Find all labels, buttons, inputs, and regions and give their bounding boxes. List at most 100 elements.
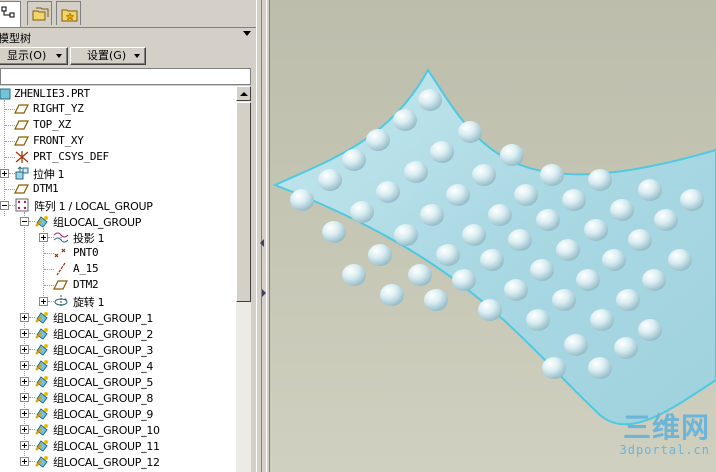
panel-title: 模型树: [0, 32, 31, 45]
datum-plane-icon: [14, 104, 29, 114]
bump: [526, 309, 550, 331]
tree-row[interactable]: 组LOCAL_GROUP_1: [0, 309, 236, 325]
chevron-down-icon[interactable]: [243, 31, 251, 36]
tree-row[interactable]: RIGHT_YZ: [0, 101, 236, 117]
bump: [610, 199, 634, 221]
group-icon: [35, 360, 48, 372]
tree-row[interactable]: 组LOCAL_GROUP_3: [0, 341, 236, 357]
group-icon: [35, 376, 48, 388]
expand-right-icon[interactable]: [262, 289, 266, 297]
tree-row[interactable]: 组LOCAL_GROUP_5: [0, 373, 236, 389]
tree-row[interactable]: PNT0: [0, 245, 236, 261]
tree-row[interactable]: 拉伸 1: [0, 165, 236, 181]
tree-item-label: 组LOCAL_GROUP: [53, 216, 142, 229]
tree-row[interactable]: 组LOCAL_GROUP: [0, 213, 236, 229]
tree-row[interactable]: 旋转 1: [0, 293, 236, 309]
datum-plane-icon: [14, 136, 29, 146]
expand-toggle-icon[interactable]: [20, 329, 29, 338]
bump: [576, 269, 600, 291]
watermark-text: 三维网: [622, 411, 710, 444]
collapse-toggle-icon[interactable]: [20, 217, 29, 226]
expand-toggle-icon[interactable]: [39, 297, 48, 306]
tree-row[interactable]: DTM1: [0, 181, 236, 197]
tree-row[interactable]: 组LOCAL_GROUP_9: [0, 405, 236, 421]
bump: [638, 179, 662, 201]
tree-item-label: 阵列 1 / LOCAL_GROUP: [34, 200, 153, 213]
group-icon: [35, 456, 48, 468]
group-icon: [35, 392, 48, 404]
expand-toggle-icon[interactable]: [20, 457, 29, 466]
bump: [424, 289, 448, 311]
tree-row[interactable]: 组LOCAL_GROUP_2: [0, 325, 236, 341]
model-tree-panel: 模型树 显示(O) 设置(G) ZHENLIE3.PRT RIGHT_YZ TO…: [0, 0, 256, 472]
pattern-icon: [15, 198, 29, 212]
tree-item-label: 组LOCAL_GROUP_9: [53, 408, 154, 421]
tree-row[interactable]: 组LOCAL_GROUP_8: [0, 389, 236, 405]
tree-row[interactable]: 组LOCAL_GROUP_11: [0, 437, 236, 453]
expand-toggle-icon[interactable]: [20, 409, 29, 418]
bump: [452, 269, 476, 291]
bump: [514, 184, 538, 206]
collapse-left-icon[interactable]: [260, 239, 264, 247]
expand-toggle-icon[interactable]: [20, 313, 29, 322]
bump: [446, 184, 470, 206]
bump: [488, 204, 512, 226]
tree-row[interactable]: TOP_XZ: [0, 117, 236, 133]
tree-row[interactable]: FRONT_XY: [0, 133, 236, 149]
graphics-viewport[interactable]: 三维网 3dportal.cn: [270, 0, 716, 472]
expand-toggle-icon[interactable]: [20, 345, 29, 354]
expand-toggle-icon[interactable]: [20, 441, 29, 450]
show-button[interactable]: 显示(O): [0, 47, 68, 65]
tab-folder-browser[interactable]: [27, 1, 52, 25]
tree-row[interactable]: PRT_CSYS_DEF: [0, 149, 236, 165]
tree-row-root[interactable]: ZHENLIE3.PRT: [0, 86, 236, 102]
tree-row[interactable]: 投影 1: [0, 229, 236, 245]
tab-favorites[interactable]: [56, 1, 81, 25]
tree-item-label: 组LOCAL_GROUP_5: [53, 376, 154, 389]
bump: [564, 334, 588, 356]
tree-item-label: DTM2: [73, 278, 99, 291]
tree-row[interactable]: DTM2: [0, 277, 236, 293]
expand-toggle-icon[interactable]: [39, 233, 48, 242]
bump: [350, 201, 374, 223]
group-icon: [35, 328, 48, 340]
tree-row[interactable]: A_15: [0, 261, 236, 277]
expand-toggle-icon[interactable]: [20, 425, 29, 434]
bump: [504, 279, 528, 301]
bump: [394, 224, 418, 246]
expand-toggle-icon[interactable]: [20, 361, 29, 370]
tree-item-label: 拉伸 1: [33, 168, 65, 181]
bump: [588, 357, 612, 379]
tree-row[interactable]: 组LOCAL_GROUP_4: [0, 357, 236, 373]
bump: [588, 169, 612, 191]
expand-toggle-icon[interactable]: [20, 393, 29, 402]
tree-item-label: 组LOCAL_GROUP_12: [53, 456, 160, 469]
tree-row[interactable]: 阵列 1 / LOCAL_GROUP: [0, 197, 236, 213]
bump: [366, 129, 390, 151]
expand-toggle-icon[interactable]: [0, 169, 9, 178]
tree-item-label: ZHENLIE3.PRT: [14, 87, 90, 100]
panel-splitter[interactable]: [256, 0, 270, 472]
settings-button[interactable]: 设置(G): [70, 47, 146, 65]
tree-row[interactable]: 组LOCAL_GROUP_12: [0, 453, 236, 469]
tree-scrollbar[interactable]: [236, 86, 251, 472]
scroll-up-button[interactable]: [236, 86, 251, 101]
tree-item-label: 旋转 1: [73, 296, 105, 309]
tree-item-label: 组LOCAL_GROUP_2: [53, 328, 154, 341]
scrollbar-thumb[interactable]: [236, 102, 251, 302]
tree-filter-field[interactable]: [0, 68, 251, 85]
bump: [408, 264, 432, 286]
tree-item-label: 投影 1: [73, 232, 105, 245]
tree-item-label: 组LOCAL_GROUP_4: [53, 360, 154, 373]
tree-item-label: A_15: [73, 262, 99, 275]
tab-model-tree[interactable]: [0, 1, 21, 27]
bump: [380, 284, 404, 306]
datum-axis-icon: [56, 262, 66, 276]
tree-row[interactable]: 组LOCAL_GROUP_10: [0, 421, 236, 437]
collapse-toggle-icon[interactable]: [0, 201, 9, 210]
bump: [472, 164, 496, 186]
bump: [602, 249, 626, 271]
bump: [628, 229, 652, 251]
expand-toggle-icon[interactable]: [20, 377, 29, 386]
bump: [508, 229, 532, 251]
